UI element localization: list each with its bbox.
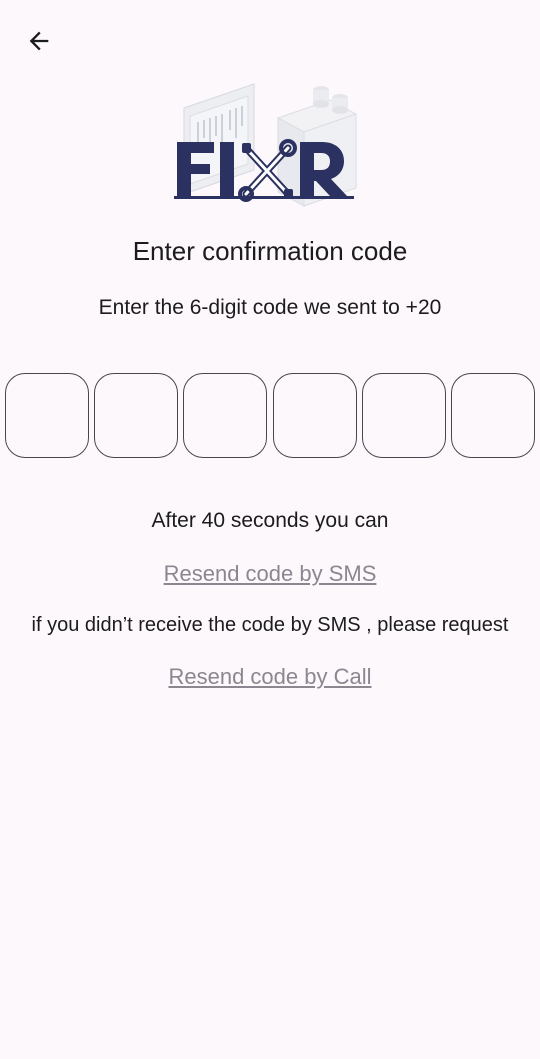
call-hint-text: if you didn’t receive the code by SMS , … — [31, 614, 509, 636]
arrow-left-icon — [29, 31, 49, 51]
otp-digit-2[interactable] — [94, 373, 179, 458]
otp-code-inputs — [5, 373, 535, 458]
resend-timer-text: After 40 seconds you can — [151, 509, 389, 532]
logo-illustration — [174, 83, 358, 207]
page-title: Enter confirmation code — [132, 236, 408, 266]
otp-digit-5[interactable] — [361, 373, 446, 458]
fixr-logo — [170, 78, 365, 210]
otp-digit-6[interactable] — [450, 373, 535, 458]
otp-digit-4[interactable] — [272, 373, 357, 458]
back-button[interactable] — [18, 20, 60, 62]
otp-digit-3[interactable] — [183, 373, 268, 458]
otp-digit-1[interactable] — [5, 373, 89, 458]
confirmation-code-screen: Enter confirmation code Enter the 6-digi… — [0, 0, 540, 1059]
resend-call-link[interactable]: Resend code by Call — [0, 664, 540, 690]
page-subtitle: Enter the 6-digit code we sent to +20 — [98, 296, 442, 319]
resend-sms-link[interactable]: Resend code by SMS — [0, 561, 540, 587]
